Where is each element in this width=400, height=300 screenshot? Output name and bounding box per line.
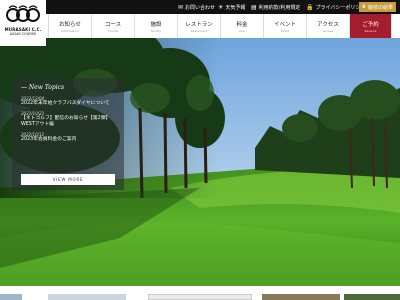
- nav-sublabel: Course: [107, 28, 119, 33]
- news-title: 2022年末年始クラブバスダイヤについて: [21, 101, 110, 106]
- nav-sublabel: Event: [280, 28, 290, 33]
- trophy-icon: ♛: [361, 4, 366, 10]
- document-icon: ▤: [251, 3, 257, 11]
- nav-label: コース: [104, 21, 122, 28]
- site-logo[interactable]: MURASAKI C.C. ASAHI COURSE: [0, 0, 46, 46]
- thumbnail[interactable]: [0, 294, 22, 300]
- privacy-link[interactable]: 🔒 プライバシーポリシー: [306, 0, 365, 14]
- topics-title: — New Topics: [21, 84, 65, 91]
- view-more-button[interactable]: VIEW MORE: [21, 174, 115, 185]
- main-nav: お知らせ Information コース Course 施設 Facility …: [48, 14, 392, 38]
- nav-item-course[interactable]: コース Course: [91, 14, 134, 38]
- results-label: 競技の結果: [367, 4, 393, 11]
- nav-item-restaurant[interactable]: レストラン Restaurant: [177, 14, 220, 38]
- thumbnail[interactable]: [48, 294, 126, 300]
- weather-link[interactable]: ☀ 天気予報: [218, 0, 245, 14]
- utility-bar: ✉ お問い合わせ ☀ 天気予報 ▤ 利用約款/利用規定 🔒 プライバシーポリシー…: [0, 0, 400, 14]
- nav-sublabel: Facility: [150, 28, 162, 33]
- nav-sublabel: Reserve: [364, 28, 377, 33]
- nav-label: 施設: [150, 21, 162, 28]
- mail-icon: ✉: [178, 3, 184, 11]
- nav-item-reserve[interactable]: ご予約 Reserve: [349, 14, 392, 38]
- news-item[interactable]: 2022/10/23 【ネトゴルフ】配信のお知らせ【第2弾】WESTアウト編: [21, 111, 115, 128]
- nav-item-information[interactable]: お知らせ Information: [48, 14, 91, 38]
- nav-sublabel: Restaurant: [190, 28, 208, 33]
- thumbnail[interactable]: [344, 294, 400, 300]
- nav-label: ご予約: [362, 21, 379, 28]
- news-item[interactable]: 2022/12/04 2022年末年始クラブバスダイヤについて: [21, 96, 115, 107]
- terms-label: 利用約款/利用規定: [258, 4, 301, 11]
- nav-label: お知らせ: [59, 21, 81, 28]
- nav-item-facility[interactable]: 施設 Facility: [134, 14, 177, 38]
- lock-icon: 🔒: [306, 3, 314, 11]
- nav-label: 料金: [236, 21, 248, 28]
- nav-sublabel: Fee: [239, 28, 245, 33]
- nav-item-event[interactable]: イベント Event: [263, 14, 306, 38]
- thumbnail[interactable]: [148, 294, 252, 300]
- terms-link[interactable]: ▤ 利用約款/利用規定: [251, 0, 300, 14]
- results-button[interactable]: ♛ 競技の結果: [358, 2, 396, 12]
- news-topics-panel: — New Topics 2022/12/04 2022年末年始クラブバスダイヤ…: [12, 78, 124, 190]
- news-title: 2023年会員料金のご案内: [21, 137, 77, 142]
- nav-label: イベント: [273, 21, 296, 28]
- contact-label: お問い合わせ: [185, 4, 216, 11]
- weather-label: 天気予報: [225, 4, 246, 11]
- news-title: 【ネトゴルフ】配信のお知らせ【第2弾】WESTアウト編: [21, 116, 111, 127]
- nav-label: レストラン: [185, 21, 213, 28]
- nav-item-access[interactable]: アクセス Access: [306, 14, 349, 38]
- news-item[interactable]: 2022/10/12 2023年会員料金のご案内: [21, 132, 115, 143]
- thumbnail[interactable]: [262, 294, 340, 300]
- nav-sublabel: Information: [61, 28, 79, 33]
- nav-item-fee[interactable]: 料金 Fee: [220, 14, 263, 38]
- sun-icon: ☀: [218, 3, 224, 11]
- contact-link[interactable]: ✉ お問い合わせ: [178, 0, 215, 14]
- nav-sublabel: Access: [322, 28, 334, 33]
- logo-mark-icon: [6, 5, 40, 22]
- logo-subtext: ASAHI COURSE: [9, 32, 37, 36]
- nav-label: アクセス: [317, 21, 339, 28]
